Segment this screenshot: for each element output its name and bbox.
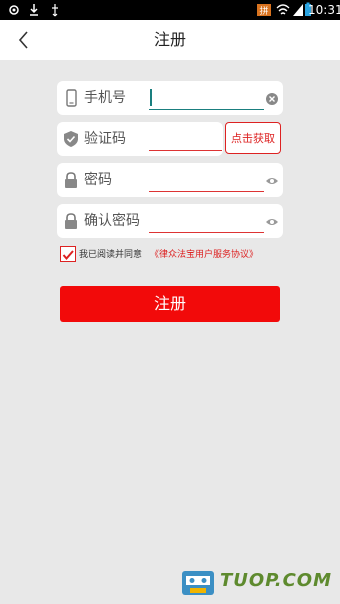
eye-icon	[266, 219, 278, 225]
app-header: 注册	[0, 20, 340, 60]
confirm-password-field: 确认密码	[57, 204, 283, 238]
code-field: 验证码	[57, 122, 223, 156]
password-input[interactable]	[149, 169, 264, 192]
get-code-button[interactable]: 点击获取	[225, 122, 281, 154]
status-bar: 拼 10:31	[0, 0, 340, 20]
phone-label: 手机号	[84, 90, 126, 106]
password-field: 密码	[57, 163, 283, 197]
lock-icon	[61, 170, 81, 190]
password-label: 密码	[84, 172, 112, 188]
confirm-password-label: 确认密码	[84, 213, 140, 229]
code-input[interactable]	[149, 128, 222, 151]
show-confirm-password-button[interactable]	[265, 214, 279, 228]
register-button[interactable]: 注册	[60, 286, 280, 322]
clear-button[interactable]	[265, 91, 279, 105]
clock-text: 10:31	[308, 3, 340, 17]
back-button[interactable]	[12, 28, 36, 52]
cassette-icon	[182, 571, 214, 595]
page-title: 注册	[153, 30, 186, 49]
phone-icon	[61, 88, 81, 108]
signal-icon	[292, 0, 304, 20]
eye-icon	[266, 178, 278, 184]
text-caret	[150, 89, 152, 106]
agree-checkbox[interactable]	[60, 246, 76, 262]
input-method-icon: 拼	[256, 0, 272, 20]
lock-icon	[61, 211, 81, 231]
phone-field: 手机号	[57, 81, 283, 115]
show-password-button[interactable]	[265, 173, 279, 187]
checkmark-icon	[62, 250, 74, 261]
location-icon	[8, 0, 20, 20]
watermark-logo: TUOP.COM	[180, 568, 338, 600]
usb-icon	[50, 0, 60, 20]
agreement-link[interactable]: 《律众法宝用户服务协议》	[150, 246, 258, 264]
code-label: 验证码	[84, 131, 126, 147]
shield-check-icon	[61, 129, 81, 149]
confirm-password-input[interactable]	[149, 210, 264, 233]
phone-input[interactable]	[149, 87, 264, 110]
svg-text:拼: 拼	[259, 5, 268, 17]
wifi-icon	[276, 0, 290, 20]
download-icon	[28, 0, 40, 20]
agreement-text: 我已阅读并同意	[79, 250, 143, 260]
clear-icon	[266, 93, 278, 105]
chevron-left-icon	[18, 31, 28, 49]
watermark-text: TUOP.COM	[220, 570, 333, 591]
